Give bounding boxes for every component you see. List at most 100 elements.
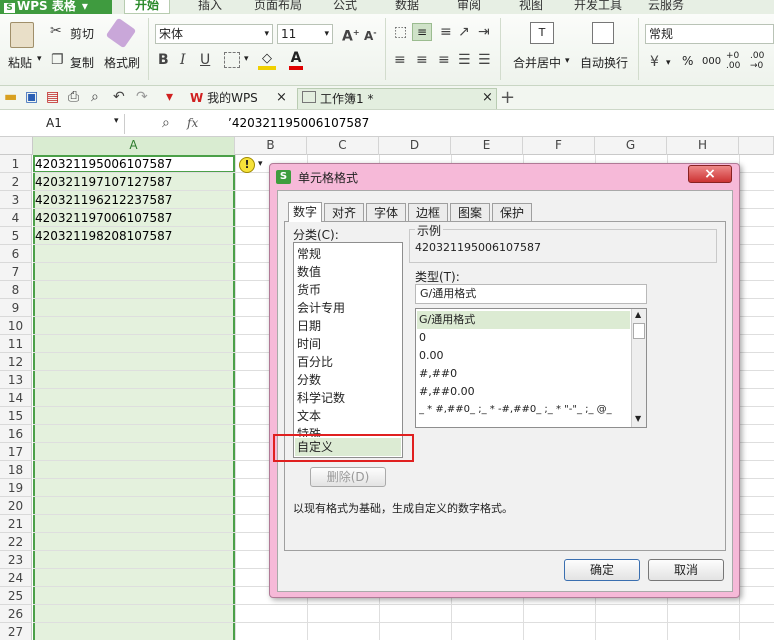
- category-item[interactable]: 数值: [297, 263, 321, 281]
- decrease-font-icon[interactable]: A-: [364, 25, 377, 44]
- category-item[interactable]: 科学记数: [297, 389, 345, 407]
- open-icon[interactable]: ▬: [4, 89, 17, 105]
- formula-input[interactable]: ’420321195006107587: [228, 116, 369, 130]
- undo-icon[interactable]: ↶: [113, 89, 125, 105]
- tab-border[interactable]: 边框: [408, 203, 448, 222]
- align-bottom-icon[interactable]: ≡: [440, 24, 452, 40]
- category-item[interactable]: 常规: [297, 245, 321, 263]
- save-icon[interactable]: ▣: [25, 89, 38, 105]
- menu-page-layout[interactable]: 页面布局: [254, 0, 302, 14]
- percent-button[interactable]: %: [682, 54, 693, 68]
- bold-icon[interactable]: B: [158, 52, 169, 68]
- category-item[interactable]: 百分比: [297, 353, 333, 371]
- scroll-up-icon[interactable]: ▲: [635, 310, 641, 319]
- column-header-i[interactable]: [739, 137, 774, 155]
- menu-data[interactable]: 数据: [395, 0, 419, 14]
- menu-formula[interactable]: 公式: [333, 0, 357, 14]
- decrease-decimal-icon[interactable]: .00 →0: [750, 51, 764, 71]
- thousands-button[interactable]: 000: [702, 56, 721, 67]
- scroll-down-icon[interactable]: ▼: [635, 414, 641, 423]
- dialog-close-button[interactable]: ×: [688, 165, 732, 183]
- error-warning-icon[interactable]: !: [239, 157, 255, 173]
- orientation-icon[interactable]: ↗: [458, 24, 470, 40]
- column-header-a[interactable]: A: [33, 137, 235, 155]
- tab-protection[interactable]: 保护: [492, 203, 532, 222]
- redo-icon[interactable]: ↷: [136, 89, 148, 105]
- row-header-27[interactable]: 27: [0, 623, 32, 640]
- align-middle-icon[interactable]: ≡: [412, 23, 432, 41]
- column-header-b[interactable]: B: [235, 137, 307, 155]
- row-header-10[interactable]: 10: [0, 317, 32, 335]
- row-header-12[interactable]: 12: [0, 353, 32, 371]
- tab-number[interactable]: 数字: [288, 202, 322, 222]
- export-pdf-icon[interactable]: ▤: [46, 89, 59, 105]
- cancel-button[interactable]: 取消: [648, 559, 724, 581]
- row-header-24[interactable]: 24: [0, 569, 32, 587]
- menu-developer[interactable]: 开发工具: [574, 0, 622, 14]
- fx-button[interactable]: fx: [187, 116, 198, 130]
- row-header-23[interactable]: 23: [0, 551, 32, 569]
- type-list-scrollbar[interactable]: ▲ ▼: [631, 309, 646, 427]
- type-item[interactable]: _ * #,##0_ ;_ * -#,##0_ ;_ * "-"_ ;_ @_: [419, 401, 629, 419]
- tab-close-icon[interactable]: ×: [276, 90, 287, 105]
- row-header-26[interactable]: 26: [0, 605, 32, 623]
- menu-insert[interactable]: 插入: [198, 0, 222, 14]
- paste-button[interactable]: 粘贴: [8, 54, 32, 71]
- row-header-11[interactable]: 11: [0, 335, 32, 353]
- cell-a2[interactable]: 420321197107127587: [33, 173, 172, 191]
- row-header-3[interactable]: 3: [0, 191, 32, 209]
- column-header-g[interactable]: G: [595, 137, 667, 155]
- currency-dropdown-icon[interactable]: ▾: [666, 58, 671, 68]
- row-header-25[interactable]: 25: [0, 587, 32, 605]
- tab-pattern[interactable]: 图案: [450, 203, 490, 222]
- category-item[interactable]: 分数: [297, 371, 321, 389]
- type-item[interactable]: G/通用格式: [419, 311, 475, 329]
- row-header-14[interactable]: 14: [0, 389, 32, 407]
- row-header-5[interactable]: 5: [0, 227, 32, 245]
- border-icon[interactable]: [224, 52, 240, 68]
- cell-a5[interactable]: 420321198208107587: [33, 227, 172, 245]
- type-item[interactable]: #,##0.00: [419, 383, 475, 401]
- app-menu-button[interactable]: S WPS 表格 ▾: [0, 0, 112, 14]
- type-item[interactable]: 0: [419, 329, 426, 347]
- number-format-combo[interactable]: 常规: [645, 24, 774, 44]
- row-header-21[interactable]: 21: [0, 515, 32, 533]
- merge-center-button[interactable]: 合并居中: [513, 54, 561, 71]
- row-header-8[interactable]: 8: [0, 281, 32, 299]
- delete-button[interactable]: 删除(D): [310, 467, 386, 487]
- row-header-4[interactable]: 4: [0, 209, 32, 227]
- category-item[interactable]: 货币: [297, 281, 321, 299]
- ok-button[interactable]: 确定: [564, 559, 640, 581]
- menu-view[interactable]: 视图: [519, 0, 543, 14]
- category-list[interactable]: 常规 数值 货币 会计专用 日期 时间 百分比 分数 科学记数 文本 特殊 自定…: [293, 242, 403, 458]
- row-header-19[interactable]: 19: [0, 479, 32, 497]
- align-right-icon[interactable]: ≡: [438, 52, 450, 68]
- align-center-icon[interactable]: ≡: [416, 52, 428, 68]
- row-header-16[interactable]: 16: [0, 425, 32, 443]
- scroll-thumb[interactable]: [633, 323, 645, 339]
- column-header-d[interactable]: D: [379, 137, 451, 155]
- row-header-22[interactable]: 22: [0, 533, 32, 551]
- increase-decimal-icon[interactable]: +0.00: [726, 51, 740, 71]
- tab-workbook[interactable]: 工作簿1 *: [297, 88, 497, 109]
- error-dropdown-icon[interactable]: ▾: [258, 159, 263, 169]
- row-header-18[interactable]: 18: [0, 461, 32, 479]
- font-color-icon[interactable]: A: [289, 51, 303, 70]
- increase-font-icon[interactable]: A+: [342, 25, 360, 45]
- justify-icon[interactable]: ☰: [458, 52, 471, 68]
- tab-alignment[interactable]: 对齐: [324, 203, 364, 222]
- border-dropdown-icon[interactable]: ▾: [244, 54, 249, 64]
- menu-cloud[interactable]: 云服务: [648, 0, 684, 14]
- row-header-20[interactable]: 20: [0, 497, 32, 515]
- row-header-6[interactable]: 6: [0, 245, 32, 263]
- indent-icon[interactable]: ⇥: [478, 24, 490, 40]
- cell-a4[interactable]: 420321197006107587: [33, 209, 172, 227]
- cell-a3[interactable]: 420321196212237587: [33, 191, 172, 209]
- tab-my-wps[interactable]: W 我的WPS: [186, 88, 258, 109]
- row-header-2[interactable]: 2: [0, 173, 32, 191]
- category-item[interactable]: 时间: [297, 335, 321, 353]
- column-header-h[interactable]: H: [667, 137, 739, 155]
- new-tab-icon[interactable]: +: [500, 87, 515, 108]
- cut-button[interactable]: 剪切: [70, 25, 94, 42]
- row-header-15[interactable]: 15: [0, 407, 32, 425]
